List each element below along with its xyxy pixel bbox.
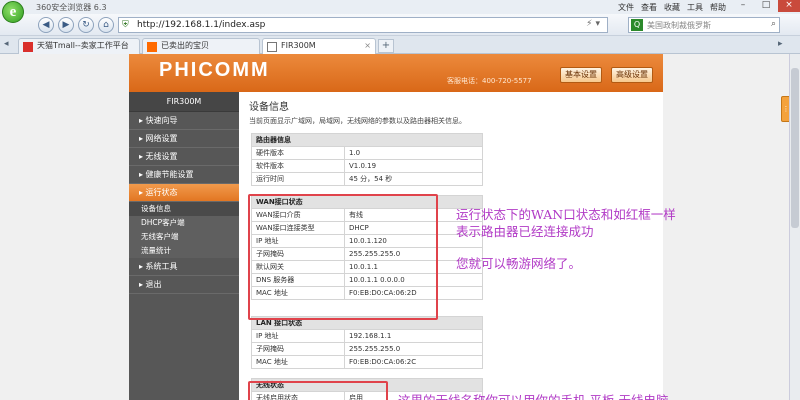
sidebar-item-quick-wizard[interactable]: ▸ 快速向导 bbox=[129, 112, 239, 130]
annotation-line-2: 表示路由器已经连接成功 bbox=[456, 224, 594, 239]
sidebar-sub-wireless-clients[interactable]: 无线客户端 bbox=[129, 230, 239, 244]
shield-icon: ⛨ bbox=[122, 20, 129, 30]
tmall-icon bbox=[23, 42, 33, 52]
menu-favorites[interactable]: 收藏 bbox=[664, 2, 680, 13]
search-engine-icon[interactable]: Q bbox=[631, 19, 643, 31]
menu-help[interactable]: 帮助 bbox=[710, 2, 726, 13]
minimize-icon[interactable]: – bbox=[732, 0, 754, 12]
browser-tabbar: ◂ 天猫Tmall--卖家工作平台 已卖出的宝贝 FIR300M × + ▸ bbox=[0, 36, 800, 54]
sidebar-sub-dhcp-clients[interactable]: DHCP客户端 bbox=[129, 216, 239, 230]
refresh-icon[interactable]: ↻ bbox=[78, 17, 94, 33]
home-icon[interactable]: ⌂ bbox=[98, 17, 114, 33]
tab-label: 天猫Tmall--卖家工作平台 bbox=[37, 41, 129, 50]
basic-settings-button[interactable]: 基本设置 bbox=[560, 67, 602, 83]
taobao-icon bbox=[147, 42, 157, 52]
forward-arrow-icon[interactable]: ▶ bbox=[58, 17, 74, 33]
wan-highlight-box bbox=[248, 194, 438, 320]
table-row: IP 地址 192.168.1.1 bbox=[251, 329, 483, 343]
annotation-line-3: 您就可以畅游网络了。 bbox=[456, 256, 582, 271]
sidebar-item-logout[interactable]: ▸ 退出 bbox=[129, 276, 239, 294]
back-arrow-icon[interactable]: ◀ bbox=[38, 17, 54, 33]
tab-scroll-left-icon[interactable]: ◂ bbox=[4, 39, 9, 49]
browser-logo-icon: e bbox=[2, 1, 24, 23]
phicomm-logo: PHICOMM bbox=[159, 59, 270, 81]
router-info-header: 路由器信息 bbox=[251, 133, 483, 147]
model-name: FIR300M bbox=[129, 92, 239, 112]
tab-label: FIR300M bbox=[281, 41, 316, 50]
new-tab-button[interactable]: + bbox=[378, 39, 394, 53]
sidebar-item-status[interactable]: ▸ 运行状态 bbox=[129, 184, 239, 202]
page-title: 设备信息 bbox=[249, 102, 289, 113]
tab-label: 已卖出的宝贝 bbox=[161, 41, 209, 50]
table-row: 子网掩码 255.255.255.0 bbox=[251, 342, 483, 356]
table-row: 软件版本 V1.0.19 bbox=[251, 159, 483, 173]
search-box[interactable]: Q 美国政制裁俄罗斯 ⌕ bbox=[628, 17, 780, 33]
menu-file[interactable]: 文件 bbox=[618, 2, 634, 13]
tab-scroll-right-icon[interactable]: ▸ bbox=[778, 39, 783, 49]
browser-navbar: ◀ ▶ ↻ ⌂ ⛨ http://192.168.1.1/index.asp ⚡… bbox=[0, 14, 800, 36]
page-scrollbar[interactable] bbox=[789, 54, 800, 400]
search-icon[interactable]: ⌕ bbox=[771, 19, 776, 29]
menu-tools[interactable]: 工具 bbox=[687, 2, 703, 13]
page-viewport: PHICOMM 客服电话：400-720-5577 基本设置 高级设置 FIR3… bbox=[0, 54, 800, 400]
hotline-text: 客服电话：400-720-5577 bbox=[447, 77, 532, 85]
browser-title: 360安全浏览器 6.3 bbox=[36, 3, 107, 12]
tab-fir300m[interactable]: FIR300M × bbox=[262, 38, 376, 54]
sidebar-sub-traffic[interactable]: 流量统计 bbox=[129, 244, 239, 258]
lan-status-table: LAN 接口状态 IP 地址 192.168.1.1 子网掩码 255.255.25… bbox=[251, 316, 483, 369]
router-sidebar: FIR300M ▸ 快速向导 ▸ 网络设置 ▸ 无线设置 ▸ 健康节能设置 ▸ … bbox=[129, 92, 239, 400]
router-header: PHICOMM 客服电话：400-720-5577 基本设置 高级设置 bbox=[129, 54, 663, 92]
sidebar-item-network[interactable]: ▸ 网络设置 bbox=[129, 130, 239, 148]
sidebar-item-wireless[interactable]: ▸ 无线设置 bbox=[129, 148, 239, 166]
search-input[interactable]: 美国政制裁俄罗斯 bbox=[647, 20, 711, 31]
address-bar[interactable]: ⛨ http://192.168.1.1/index.asp ⚡▾ bbox=[118, 17, 608, 33]
page-description: 当前页面显示广域网，局域网，无线网络的参数以及路由器相关信息。 bbox=[249, 117, 466, 125]
sidebar-item-energy[interactable]: ▸ 健康节能设置 bbox=[129, 166, 239, 184]
table-row: 运行时间 45 分，54 秒 bbox=[251, 172, 483, 186]
annotation-line-4: 这里的无线名称你可以用你的手机 平板 无线电脑 bbox=[398, 390, 668, 400]
table-row: 硬件版本 1.0 bbox=[251, 146, 483, 160]
browser-titlebar: e 360安全浏览器 6.3 文件 查看 收藏 工具 帮助 – □ × bbox=[0, 0, 800, 23]
sidebar-sub-device-info[interactable]: 设备信息 bbox=[129, 202, 239, 216]
maximize-icon[interactable]: □ bbox=[755, 0, 777, 12]
table-row: MAC 地址 F0:EB:D0:CA:06:2C bbox=[251, 355, 483, 369]
wireless-highlight-box bbox=[248, 381, 388, 400]
page-icon bbox=[267, 42, 277, 52]
close-tab-icon[interactable]: × bbox=[364, 39, 371, 53]
tab-tmall[interactable]: 天猫Tmall--卖家工作平台 bbox=[18, 38, 140, 54]
menu-view[interactable]: 查看 bbox=[641, 2, 657, 13]
sidebar-item-system-tools[interactable]: ▸ 系统工具 bbox=[129, 258, 239, 276]
address-actions-icon[interactable]: ⚡▾ bbox=[586, 19, 603, 29]
browser-menu: 文件 查看 收藏 工具 帮助 bbox=[618, 2, 726, 13]
tab-sold-items[interactable]: 已卖出的宝贝 bbox=[142, 38, 260, 54]
scrollbar-thumb[interactable] bbox=[791, 68, 799, 228]
router-info-table: 路由器信息 硬件版本 1.0 软件版本 V1.0.19 运行时间 45 分，54 秒 bbox=[251, 133, 483, 186]
close-window-icon[interactable]: × bbox=[778, 0, 800, 12]
address-url[interactable]: http://192.168.1.1/index.asp bbox=[137, 20, 265, 30]
advanced-settings-button[interactable]: 高级设置 bbox=[611, 67, 653, 83]
